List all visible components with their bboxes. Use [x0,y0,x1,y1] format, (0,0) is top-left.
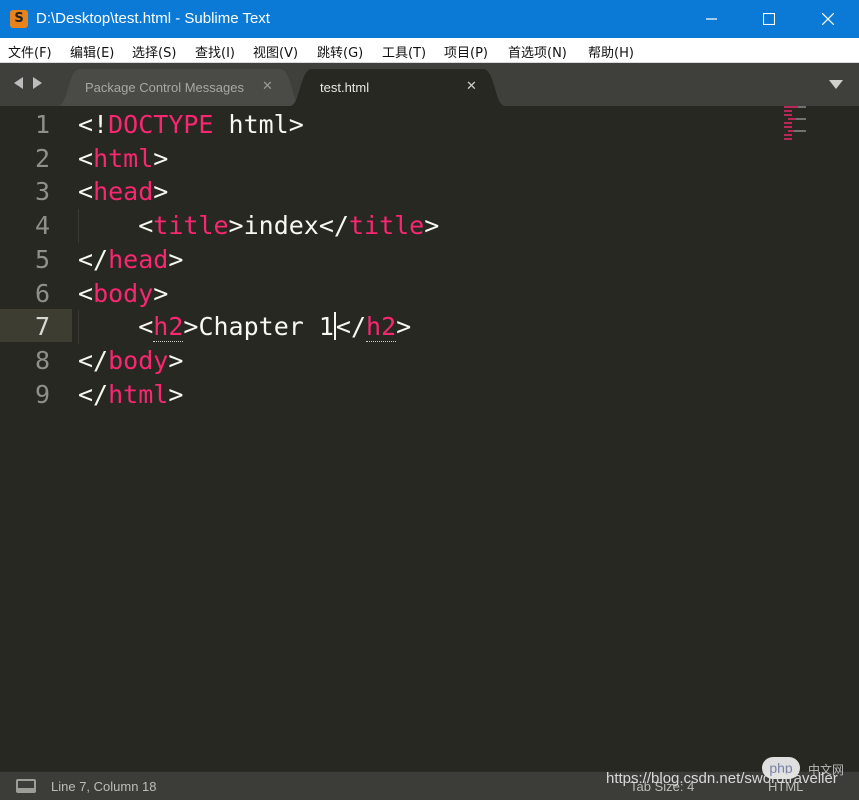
maximize-button[interactable] [746,0,792,38]
close-button[interactable] [805,0,851,38]
code-tag-matched: h2 [153,312,184,342]
minimap-line [798,106,806,108]
line-number: 5 [34,245,50,274]
minimap-line [784,114,792,116]
minimap-line [788,118,796,120]
close-icon [822,13,834,25]
minimize-button[interactable] [689,0,735,38]
code-tag: title [153,211,229,240]
tab-list-dropdown-icon[interactable] [829,80,843,89]
title-bar: S D:\Desktop\test.html - Sublime Text [0,0,859,38]
minimize-icon [706,18,717,20]
code-punct: < [138,211,154,240]
code-punct: > [168,346,184,375]
code-tag: body [108,346,169,375]
code-tag: head [93,177,154,206]
minimap-line [784,126,792,128]
line-number: 4 [34,211,50,240]
editor-view[interactable]: 1 2 3 4 5 6 7 8 9 <!DOCTYPE html> <html>… [0,106,859,771]
code-line-6[interactable]: <body> [78,277,168,311]
line-number: 8 [34,346,50,375]
minimap-line [784,134,792,136]
minimap-line [784,138,792,140]
status-cursor-position: Line 7, Column 18 [51,779,157,794]
line-number: 9 [34,380,50,409]
code-text: html> [213,110,304,139]
code-punct: > [153,177,169,206]
maximize-icon [763,13,775,25]
code-punct: < [138,312,154,341]
line-number: 6 [34,279,50,308]
code-line-9[interactable]: </html> [78,378,183,412]
menu-file[interactable]: 文件(F) [8,42,52,61]
code-punct: > [168,380,184,409]
code-punct: > [168,245,184,274]
tab-nav-left-icon[interactable] [14,77,23,89]
tab-bar: Package Control Messages ✕ test.html ✕ [0,63,859,106]
menu-tools[interactable]: 工具(T) [382,42,426,61]
code-tag: head [108,245,169,274]
tab-close-icon[interactable]: ✕ [262,80,273,94]
code-text: >index</ [228,211,349,240]
panel-toggle-icon[interactable] [16,779,36,793]
code-keyword: DOCTYPE [108,110,214,139]
tab-test-html[interactable]: test.html ✕ [290,69,505,106]
code-line-5[interactable]: </head> [78,243,183,277]
watermark-url: https://blog.csdn.net/swordtraveller [606,770,838,787]
menu-bar: 文件(F) 编辑(E) 选择(S) 查找(I) 视图(V) 跳转(G) 工具(T… [0,38,859,63]
code-line-3[interactable]: <head> [78,175,168,209]
code-line-2[interactable]: <html> [78,142,168,176]
window-title: D:\Desktop\test.html - Sublime Text [36,10,270,27]
code-tag: html [93,144,154,173]
line-number: 3 [34,177,50,206]
menu-edit[interactable]: 编辑(E) [70,42,114,61]
menu-goto[interactable]: 跳转(G) [317,42,363,61]
code-line-4[interactable]: <title>index</title> [78,209,439,243]
code-punct: > [396,312,412,341]
code-line-8[interactable]: </body> [78,344,183,378]
menu-view[interactable]: 视图(V) [253,42,298,61]
code-punct: > [424,211,440,240]
tab-label: Package Control Messages [85,80,244,95]
code-punct: < [78,177,94,206]
code-punct: </ [78,346,109,375]
menu-help[interactable]: 帮助(H) [588,42,634,61]
tab-package-control-messages[interactable]: Package Control Messages ✕ [58,69,302,106]
sublime-app-icon: S [10,10,28,28]
minimap-line [784,122,792,124]
code-text: >Chapter 1 [183,312,334,341]
minimap[interactable] [784,106,844,146]
code-punct: < [78,279,94,308]
menu-selection[interactable]: 选择(S) [132,42,176,61]
line-number-current: 7 [34,312,50,341]
code-punct: </ [78,245,109,274]
line-number: 2 [34,144,50,173]
tab-nav-right-icon[interactable] [33,77,42,89]
code-tag: body [93,279,154,308]
tab-label: test.html [320,80,370,95]
menu-preferences[interactable]: 首选项(N) [508,42,567,61]
tab-close-icon[interactable]: ✕ [466,80,477,94]
minimap-line [784,106,798,108]
code-punct: <! [78,110,109,139]
menu-project[interactable]: 项目(P) [444,42,488,61]
code-tag-matched: h2 [366,312,397,342]
code-tag: title [348,211,425,240]
line-number: 1 [34,110,50,139]
code-line-1[interactable]: <!DOCTYPE html> [78,108,304,142]
code-punct: </ [335,312,367,341]
minimap-line [784,110,792,112]
code-punct: > [153,144,169,173]
minimap-line [794,130,806,132]
code-punct: > [153,279,169,308]
code-punct: < [78,144,94,173]
minimap-line [796,118,806,120]
code-punct: </ [78,380,109,409]
menu-find[interactable]: 查找(I) [195,42,235,61]
code-line-7[interactable]: <h2>Chapter 1</h2> [78,310,411,344]
code-tag: html [108,380,169,409]
